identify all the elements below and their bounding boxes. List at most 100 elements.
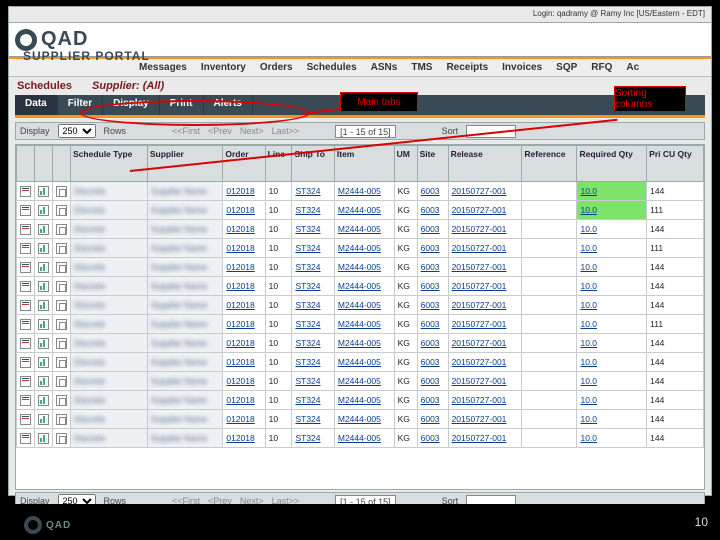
first-page-button[interactable]: <<First: [172, 126, 200, 136]
cell-shipto[interactable]: ST324: [292, 315, 334, 334]
tab-display[interactable]: Display: [103, 95, 160, 115]
cell-order[interactable]: 012018: [223, 334, 265, 353]
row-chart-icon[interactable]: [35, 429, 53, 448]
nav-messages[interactable]: Messages: [139, 62, 187, 73]
row-doc-icon[interactable]: [53, 277, 71, 296]
cell-order[interactable]: 012018: [223, 315, 265, 334]
cell-shipto[interactable]: ST324: [292, 220, 334, 239]
row-calendar-icon[interactable]: [17, 296, 35, 315]
nav-orders[interactable]: Orders: [260, 62, 293, 73]
cell-item[interactable]: M2444-005: [334, 296, 394, 315]
cell-order[interactable]: 012018: [223, 220, 265, 239]
cell-release[interactable]: 20150727-001: [448, 353, 522, 372]
col-ship-to[interactable]: Ship To: [292, 146, 334, 182]
cell-order[interactable]: 012018: [223, 277, 265, 296]
col-reference[interactable]: Reference: [522, 146, 577, 182]
row-calendar-icon[interactable]: [17, 201, 35, 220]
cell-shipto[interactable]: ST324: [292, 296, 334, 315]
col-c2[interactable]: [53, 146, 71, 182]
row-chart-icon[interactable]: [35, 353, 53, 372]
cell-site[interactable]: 6003: [417, 410, 448, 429]
cell-reqqty[interactable]: 10.0: [577, 220, 647, 239]
cell-item[interactable]: M2444-005: [334, 372, 394, 391]
cell-site[interactable]: 6003: [417, 182, 448, 201]
col-supplier[interactable]: Supplier: [147, 146, 223, 182]
nav-sqp[interactable]: SQP: [556, 62, 577, 73]
col-line[interactable]: Line: [265, 146, 292, 182]
row-calendar-icon[interactable]: [17, 353, 35, 372]
col-um[interactable]: UM: [394, 146, 417, 182]
row-doc-icon[interactable]: [53, 201, 71, 220]
cell-order[interactable]: 012018: [223, 258, 265, 277]
prev-page-button[interactable]: <Prev: [208, 126, 232, 136]
cell-item[interactable]: M2444-005: [334, 201, 394, 220]
row-doc-icon[interactable]: [53, 315, 71, 334]
cell-shipto[interactable]: ST324: [292, 391, 334, 410]
cell-shipto[interactable]: ST324: [292, 410, 334, 429]
row-calendar-icon[interactable]: [17, 334, 35, 353]
cell-item[interactable]: M2444-005: [334, 429, 394, 448]
cell-reqqty[interactable]: 10.0: [577, 258, 647, 277]
cell-item[interactable]: M2444-005: [334, 315, 394, 334]
row-calendar-icon[interactable]: [17, 258, 35, 277]
row-chart-icon[interactable]: [35, 391, 53, 410]
row-chart-icon[interactable]: [35, 410, 53, 429]
nav-tms[interactable]: TMS: [411, 62, 432, 73]
cell-reqqty[interactable]: 10.0: [577, 239, 647, 258]
cell-order[interactable]: 012018: [223, 296, 265, 315]
cell-site[interactable]: 6003: [417, 353, 448, 372]
row-calendar-icon[interactable]: [17, 372, 35, 391]
cell-release[interactable]: 20150727-001: [448, 296, 522, 315]
row-doc-icon[interactable]: [53, 220, 71, 239]
cell-site[interactable]: 6003: [417, 296, 448, 315]
row-calendar-icon[interactable]: [17, 182, 35, 201]
cell-reqqty[interactable]: 10.0: [577, 296, 647, 315]
row-doc-icon[interactable]: [53, 410, 71, 429]
col-schedule-type[interactable]: Schedule Type: [71, 146, 148, 182]
row-calendar-icon[interactable]: [17, 429, 35, 448]
row-calendar-icon[interactable]: [17, 277, 35, 296]
col-item[interactable]: Item: [334, 146, 394, 182]
cell-order[interactable]: 012018: [223, 429, 265, 448]
cell-reqqty[interactable]: 10.0: [577, 353, 647, 372]
cell-site[interactable]: 6003: [417, 258, 448, 277]
cell-release[interactable]: 20150727-001: [448, 182, 522, 201]
row-calendar-icon[interactable]: [17, 410, 35, 429]
row-calendar-icon[interactable]: [17, 239, 35, 258]
cell-order[interactable]: 012018: [223, 391, 265, 410]
cell-release[interactable]: 20150727-001: [448, 372, 522, 391]
row-doc-icon[interactable]: [53, 296, 71, 315]
nav-invoices[interactable]: Invoices: [502, 62, 542, 73]
col-pri-cu-qty[interactable]: Pri CU Qty: [647, 146, 704, 182]
nav-schedules[interactable]: Schedules: [307, 62, 357, 73]
cell-reqqty[interactable]: 10.0: [577, 429, 647, 448]
cell-shipto[interactable]: ST324: [292, 429, 334, 448]
row-doc-icon[interactable]: [53, 239, 71, 258]
cell-order[interactable]: 012018: [223, 239, 265, 258]
tab-filter[interactable]: Filter: [58, 95, 103, 115]
col-required-qty[interactable]: Required Qty: [577, 146, 647, 182]
next-page-button[interactable]: Next>: [240, 126, 264, 136]
cell-shipto[interactable]: ST324: [292, 201, 334, 220]
row-calendar-icon[interactable]: [17, 315, 35, 334]
cell-item[interactable]: M2444-005: [334, 220, 394, 239]
row-chart-icon[interactable]: [35, 277, 53, 296]
cell-site[interactable]: 6003: [417, 315, 448, 334]
cell-release[interactable]: 20150727-001: [448, 220, 522, 239]
row-chart-icon[interactable]: [35, 220, 53, 239]
row-chart-icon[interactable]: [35, 372, 53, 391]
rows-select[interactable]: 250: [58, 124, 96, 138]
cell-item[interactable]: M2444-005: [334, 277, 394, 296]
cell-reqqty[interactable]: 10.0: [577, 334, 647, 353]
cell-shipto[interactable]: ST324: [292, 372, 334, 391]
cell-order[interactable]: 012018: [223, 410, 265, 429]
cell-site[interactable]: 6003: [417, 239, 448, 258]
nav-asns[interactable]: ASNs: [371, 62, 398, 73]
nav-ac[interactable]: Ac: [626, 62, 639, 73]
cell-site[interactable]: 6003: [417, 334, 448, 353]
row-chart-icon[interactable]: [35, 334, 53, 353]
cell-release[interactable]: 20150727-001: [448, 429, 522, 448]
cell-site[interactable]: 6003: [417, 201, 448, 220]
cell-release[interactable]: 20150727-001: [448, 334, 522, 353]
cell-site[interactable]: 6003: [417, 277, 448, 296]
